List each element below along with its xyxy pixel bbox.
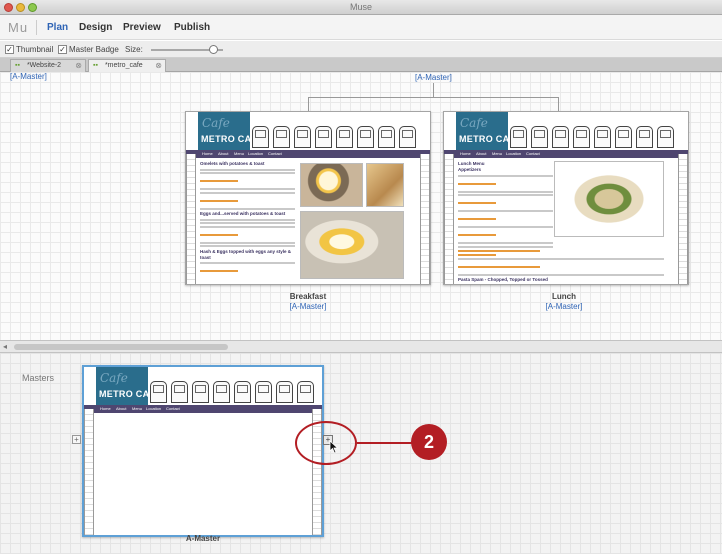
callout-leader-line	[357, 442, 412, 444]
plan-options-bar: ✓ Thumbnail ✓ Master Badge Size:	[0, 41, 722, 58]
thumbnail-header: Cafe METRO CAFE	[444, 112, 688, 154]
sitemap-icon: ▪▪	[15, 62, 20, 69]
thumbnail-content: Lunch Menu Appetizers Pasta Spam - Chopp…	[458, 161, 674, 282]
thumbnail-nav: Home About Menu Location Contact	[444, 150, 688, 158]
page-thumbnail-breakfast[interactable]: Cafe METRO CAFE Home About Menu Location…	[185, 111, 431, 285]
thumbnail-label: Thumbnail	[16, 45, 54, 54]
mode-plan-button[interactable]: Plan	[47, 22, 68, 33]
page-thumbnail-lunch[interactable]: Cafe METRO CAFE Home About Menu Location…	[443, 111, 689, 285]
close-tab-icon[interactable]: ⊗	[155, 60, 162, 72]
tab-label: *Website-2	[26, 62, 62, 69]
horizontal-scrollbar[interactable]: ◂	[0, 340, 722, 353]
plan-connector	[433, 83, 434, 97]
tab-metro-cafe[interactable]: ▪▪ *metro_cafe ⊗	[88, 59, 166, 72]
brand-script: Cafe	[100, 371, 128, 385]
close-tab-icon[interactable]: ⊗	[75, 60, 82, 72]
master-badge-label: Master Badge	[69, 45, 119, 54]
page-master-lunch[interactable]: [A-Master]	[504, 302, 624, 311]
site-plan-canvas[interactable]: [A-Master] [A-Master] Cafe METRO CAFE Ho…	[0, 72, 722, 340]
master-badge-checkbox[interactable]: ✓	[58, 45, 67, 54]
plan-connector	[308, 97, 559, 98]
scroll-left-icon[interactable]: ◂	[3, 342, 7, 351]
tram-illustration	[252, 126, 422, 148]
size-slider-handle[interactable]	[209, 45, 218, 54]
pasta-photo	[554, 161, 664, 237]
callout-highlight-ring	[295, 421, 357, 465]
omelet-photo	[300, 163, 363, 207]
muse-logo: Mu	[8, 20, 29, 35]
mode-bar-divider	[36, 20, 37, 35]
thumbnail-nav: Home About Menu Location Contact	[84, 405, 322, 413]
thumbnail-rail	[444, 154, 454, 284]
plan-connector	[308, 97, 309, 111]
tram-illustration	[510, 126, 680, 148]
thumbnail-rail	[84, 409, 94, 535]
mode-design-button[interactable]: Design	[79, 22, 112, 33]
add-master-left-icon[interactable]: +	[72, 435, 81, 444]
mode-publish-button[interactable]: Publish	[174, 22, 210, 33]
page-master-breakfast[interactable]: [A-Master]	[248, 302, 368, 311]
masters-panel: Masters + Cafe METRO CAFE Home About Men…	[0, 353, 722, 554]
page-name-breakfast[interactable]: Breakfast	[248, 292, 368, 301]
thumbnail-rail	[420, 154, 430, 284]
master-name-a[interactable]: A-Master	[143, 534, 263, 543]
size-label: Size:	[125, 45, 143, 54]
mode-preview-button[interactable]: Preview	[123, 22, 161, 33]
thumbnail-checkbox[interactable]: ✓	[5, 45, 14, 54]
thumbnail-header: Cafe METRO CAFE	[84, 367, 322, 409]
brand-script: Cafe	[202, 116, 230, 130]
master-thumbnail-a[interactable]: Cafe METRO CAFE Home About Menu Location…	[82, 365, 324, 537]
thumbnail-rail	[186, 154, 196, 284]
thumbnail-nav: Home About Menu Location Contact	[186, 150, 430, 158]
thumbnail-header: Cafe METRO CAFE	[186, 112, 430, 154]
mode-bar: Mu Plan Design Preview Publish	[0, 15, 722, 40]
tab-website-2[interactable]: ▪▪ *Website-2 ⊗	[10, 59, 86, 72]
document-tab-bar: ▪▪ *Website-2 ⊗ ▪▪ *metro_cafe ⊗	[0, 58, 722, 72]
thumbnail-content: Omelets with potatoes & toast Eggs and..…	[200, 161, 416, 280]
scrollbar-thumb[interactable]	[14, 344, 228, 350]
eggs-benedict-photo	[300, 211, 404, 279]
title-bar: Muse	[0, 0, 722, 15]
toast-photo	[366, 163, 404, 207]
thumbnail-rail	[678, 154, 688, 284]
brand-script: Cafe	[460, 116, 488, 130]
home-master-badge[interactable]: [A-Master]	[10, 72, 47, 81]
tab-label: *metro_cafe	[104, 62, 143, 69]
masters-title: Masters	[22, 373, 55, 383]
sitemap-icon: ▪▪	[93, 62, 98, 69]
tram-illustration	[150, 381, 314, 403]
window-title: Muse	[349, 2, 372, 12]
page-name-lunch[interactable]: Lunch	[504, 292, 624, 301]
callout-step-badge: 2	[411, 424, 447, 460]
plan-connector	[558, 97, 559, 111]
home-page-master-badge[interactable]: [A-Master]	[415, 73, 452, 82]
